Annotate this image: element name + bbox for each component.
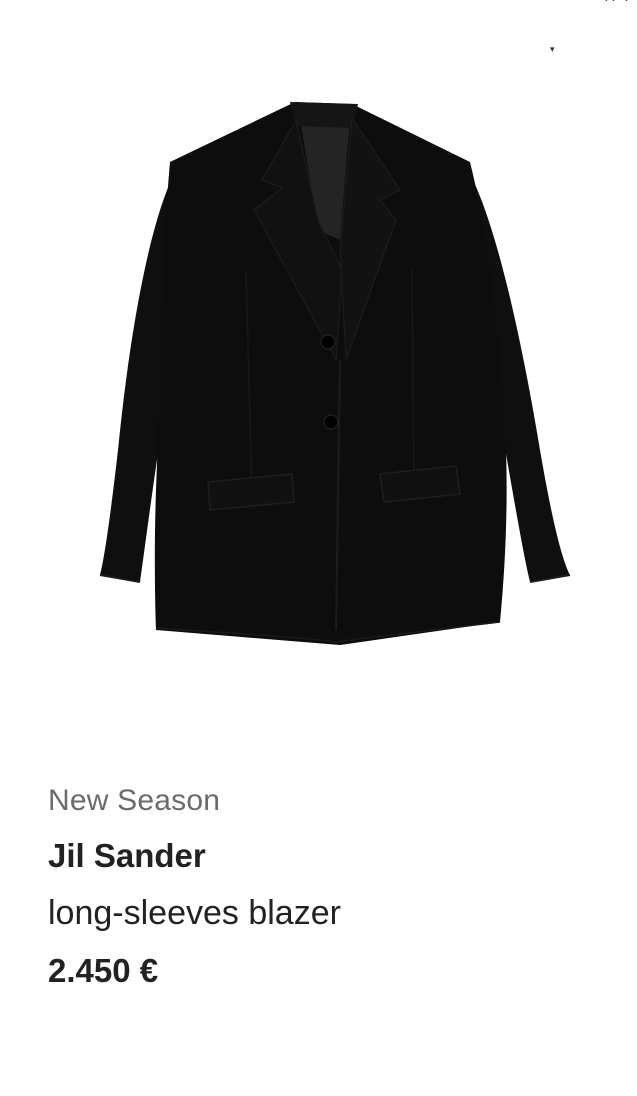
status-bar-clipped: ·· · (604, 0, 631, 8)
chevron-down-icon: ▾ (550, 44, 555, 54)
product-image[interactable] (0, 70, 637, 710)
product-info: New Season Jil Sander long-sleeves blaze… (48, 780, 608, 994)
product-price: 2.450 € (48, 952, 159, 989)
button-top (320, 334, 336, 350)
brand-name[interactable]: Jil Sander (48, 834, 608, 884)
collar (290, 102, 358, 128)
product-card[interactable]: ·· · ▾ (0, 0, 637, 1096)
new-season-badge: New Season (48, 784, 221, 817)
blazer-illustration (99, 102, 571, 645)
button-bottom (323, 414, 339, 430)
product-name[interactable]: long-sleeves blazer (48, 890, 608, 942)
